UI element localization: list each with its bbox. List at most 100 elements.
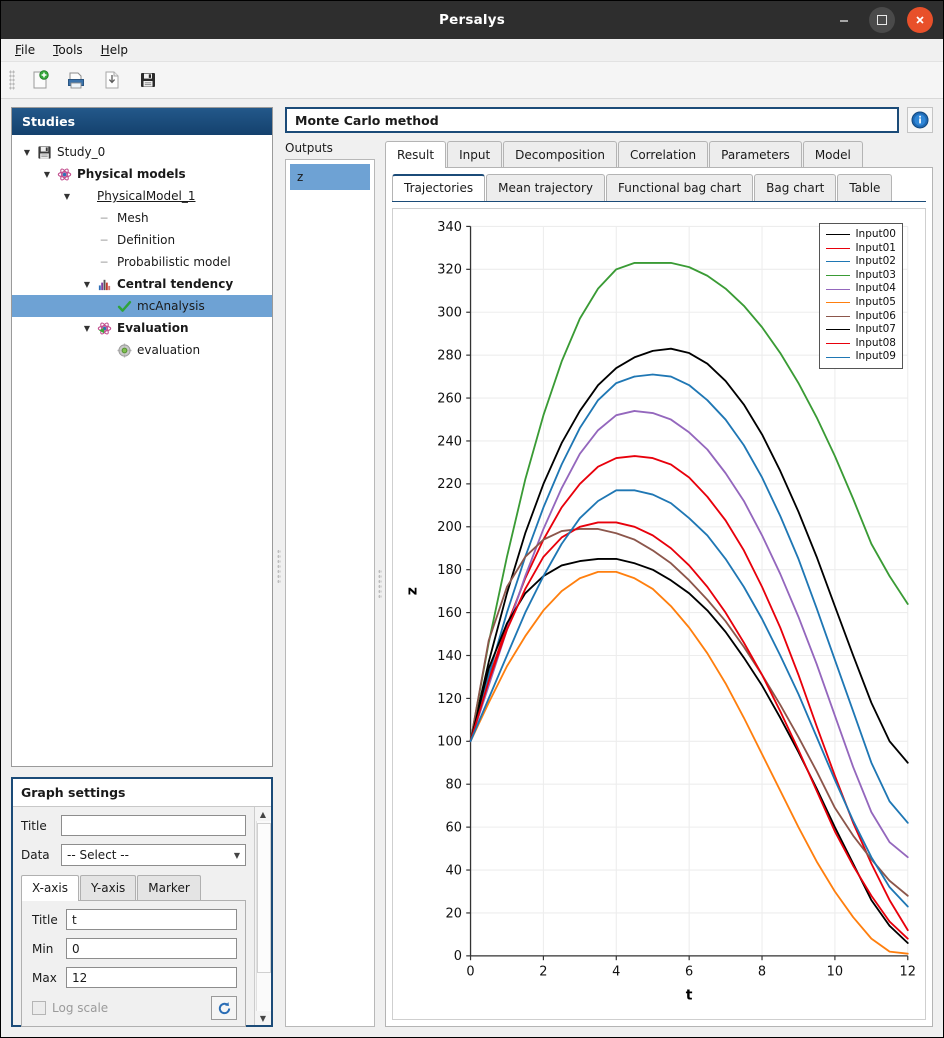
subtab-bag-chart[interactable]: Bag chart <box>754 174 836 201</box>
studies-header: Studies <box>12 108 272 135</box>
tree-item-label: Definition <box>114 233 175 247</box>
tab-model[interactable]: Model <box>803 141 863 168</box>
minimize-button[interactable] <box>831 7 857 33</box>
chart-y-tick-label: 300 <box>437 306 462 321</box>
tree-item-study-0[interactable]: ▼ Study_0 <box>12 141 272 163</box>
legend-label: Input08 <box>855 337 896 351</box>
outputs-column: Outputs z <box>285 141 375 1027</box>
legend-item-input01: Input01 <box>826 242 896 256</box>
new-study-button[interactable] <box>25 66 55 94</box>
graph-settings-form: Title Data -- Select -- ▼ X-axis <box>13 807 254 1025</box>
chart-y-tick-label: 220 <box>437 477 462 492</box>
tree-item-label: Physical models <box>74 167 186 181</box>
scroll-up-icon[interactable]: ▲ <box>256 807 270 821</box>
plot-area[interactable]: 0204060801001201401601802002202402602803… <box>392 208 926 1020</box>
outputs-splitter-grip <box>378 569 382 599</box>
output-item-z[interactable]: z <box>290 164 370 190</box>
tree-item-central-tendency[interactable]: ▼Central tendency <box>12 273 272 295</box>
studies-tree[interactable]: ▼ Study_0 ▼ Physical models ▼PhysicalModel_1… <box>12 135 272 766</box>
toolbar-grip[interactable] <box>9 70 15 90</box>
tree-item-physicalmodel-1[interactable]: ▼PhysicalModel_1 <box>12 185 272 207</box>
tree-item-physical-models[interactable]: ▼ Physical models <box>12 163 272 185</box>
tree-item-label: mcAnalysis <box>134 299 205 313</box>
legend-label: Input07 <box>855 323 896 337</box>
stub: ─ <box>94 234 114 247</box>
logscale-checkbox[interactable]: Log scale <box>32 1001 108 1015</box>
menu-file[interactable]: File <box>15 43 35 57</box>
chart-y-tick-label: 200 <box>437 520 462 535</box>
subtab-mean-trajectory[interactable]: Mean trajectory <box>486 174 605 201</box>
chart-x-axis-label: t <box>686 987 693 1003</box>
tree-item-probabilistic-model[interactable]: ─Probabilistic model <box>12 251 272 273</box>
chart-y-tick-label: 0 <box>454 949 462 964</box>
axis-min-input[interactable]: 0 <box>66 938 237 959</box>
legend-label: Input01 <box>855 242 896 256</box>
tab-result[interactable]: Result <box>385 141 446 168</box>
chart-x-tick-label: 2 <box>539 964 547 979</box>
subtab-functional-bag-chart[interactable]: Functional bag chart <box>606 174 753 201</box>
chart-x-tick-label: 4 <box>612 964 620 979</box>
tree-item-evaluation[interactable]: ▼ Evaluation <box>12 317 272 339</box>
menu-file-rest: ile <box>21 43 35 57</box>
close-icon <box>914 14 926 26</box>
axis-title-input[interactable]: t <box>66 909 237 930</box>
outputs-list[interactable]: z <box>285 159 375 1027</box>
tab-decomposition[interactable]: Decomposition <box>503 141 617 168</box>
tab-input[interactable]: Input <box>447 141 502 168</box>
refresh-button[interactable] <box>211 996 237 1020</box>
scrollbar-thumb[interactable] <box>257 823 271 973</box>
maximize-button[interactable] <box>869 7 895 33</box>
expand-arrow-icon[interactable]: ▼ <box>20 148 34 157</box>
expand-arrow-icon[interactable]: ▼ <box>60 192 74 201</box>
tab-parameters[interactable]: Parameters <box>709 141 802 168</box>
axis-max-input[interactable]: 12 <box>66 967 237 988</box>
results-row: Outputs z ResultInputDecompositionCorrel… <box>285 141 933 1027</box>
close-button[interactable] <box>907 7 933 33</box>
sub-tab-strip[interactable]: TrajectoriesMean trajectoryFunctional ba… <box>386 168 932 201</box>
legend-line-swatch <box>826 275 850 276</box>
menu-help[interactable]: Help <box>101 43 128 57</box>
chart-x-tick-label: 10 <box>827 964 843 979</box>
tree-item-evaluation[interactable]: evaluation <box>12 339 272 361</box>
import-script-button[interactable] <box>97 66 127 94</box>
legend-line-swatch <box>826 248 850 249</box>
scrollbar-track[interactable] <box>256 821 271 1011</box>
tab-y-axis[interactable]: Y-axis <box>80 875 136 900</box>
graph-data-select[interactable]: -- Select -- ▼ <box>61 844 246 866</box>
chevron-down-icon: ▼ <box>234 851 240 860</box>
save-study-button[interactable] <box>133 66 163 94</box>
axis-max-label: Max <box>32 971 66 985</box>
scroll-down-icon[interactable]: ▼ <box>256 1011 270 1025</box>
outputs-splitter[interactable] <box>375 141 385 1027</box>
open-study-button[interactable] <box>61 66 91 94</box>
axis-title-row: Title t <box>32 909 237 930</box>
graph-title-input[interactable] <box>61 815 246 836</box>
main-splitter[interactable] <box>273 107 285 1027</box>
tab-correlation[interactable]: Correlation <box>618 141 708 168</box>
tree-item-definition[interactable]: ─Definition <box>12 229 272 251</box>
window-title: Persalys <box>439 12 505 28</box>
legend-label: Input05 <box>855 296 896 310</box>
subtab-table[interactable]: Table <box>837 174 892 201</box>
tab-x-axis[interactable]: X-axis <box>21 875 79 901</box>
tree-item-mesh[interactable]: ─Mesh <box>12 207 272 229</box>
tree-item-label: Study_0 <box>54 145 105 159</box>
tree-item-mcanalysis[interactable]: mcAnalysis <box>12 295 272 317</box>
expand-arrow-icon[interactable]: ▼ <box>80 324 94 333</box>
expand-arrow-icon[interactable]: ▼ <box>80 280 94 289</box>
menu-tools[interactable]: Tools <box>53 43 83 57</box>
graph-data-label: Data <box>21 848 61 862</box>
graph-data-row: Data -- Select -- ▼ <box>21 844 246 866</box>
axis-min-row: Min 0 <box>32 938 237 959</box>
tree-item-label: Evaluation <box>114 321 189 335</box>
info-button[interactable] <box>907 107 933 133</box>
subtab-trajectories[interactable]: Trajectories <box>392 174 485 201</box>
main-tab-strip[interactable]: ResultInputDecompositionCorrelationParam… <box>385 141 933 168</box>
analysis-title-field[interactable]: Monte Carlo method <box>285 107 899 133</box>
menu-bar: File Tools Help <box>1 39 943 62</box>
tool-bar <box>1 62 943 99</box>
expand-arrow-icon[interactable]: ▼ <box>40 170 54 179</box>
graph-settings-scrollbar[interactable]: ▲ ▼ <box>254 807 271 1025</box>
tab-marker[interactable]: Marker <box>137 875 200 900</box>
chart-x-tick-label: 6 <box>685 964 693 979</box>
